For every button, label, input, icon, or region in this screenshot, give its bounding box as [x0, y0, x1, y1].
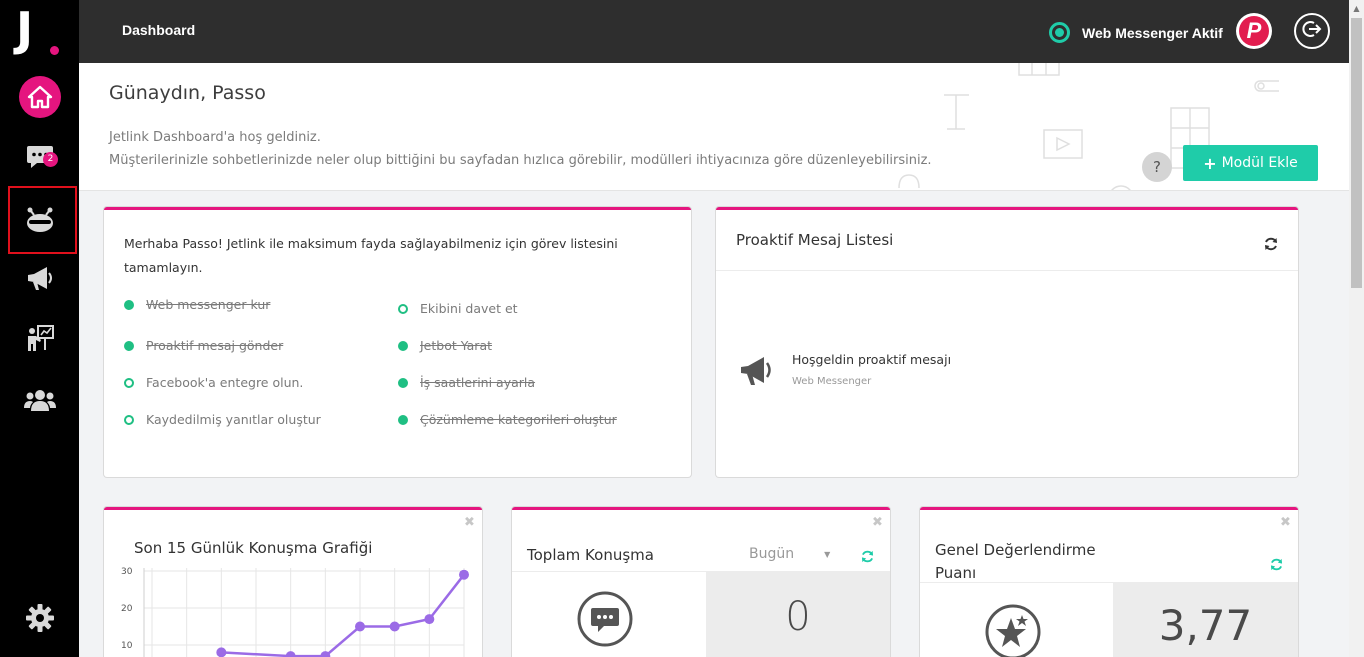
web-messenger-status[interactable]: Web Messenger Aktif: [1049, 22, 1223, 43]
y-tick-label: 20: [121, 604, 133, 614]
task-todo-icon: [124, 377, 134, 388]
scroll-thumb[interactable]: [1351, 18, 1362, 288]
add-module-button[interactable]: + Modül Ekle: [1183, 145, 1318, 181]
megaphone-icon: [25, 263, 55, 293]
chart-point: [424, 614, 435, 625]
add-module-label: Modül Ekle: [1221, 155, 1298, 171]
topbar: Dashboard Web Messenger Aktif P: [79, 0, 1349, 63]
proactive-message-card: Proaktif Mesaj Listesi Hoşgeldin proakti…: [716, 207, 1298, 477]
task-item[interactable]: Jetbot Yarat: [398, 338, 492, 353]
y-tick-label: 30: [121, 567, 133, 577]
chart-point: [285, 651, 296, 657]
rating-title: Genel Değerlendirme Puanı: [935, 541, 1096, 582]
greeting: Günaydın, Passo: [109, 82, 266, 104]
divider: [716, 270, 1298, 271]
refresh-icon[interactable]: [1270, 556, 1283, 575]
close-icon[interactable]: ✖: [1280, 515, 1291, 530]
line-chart: 30 20 10: [121, 567, 469, 657]
refresh-icon[interactable]: [1264, 236, 1278, 255]
period-select[interactable]: Bugün ▼: [749, 546, 830, 562]
intro-line-1: Jetlink Dashboard'a hoş geldiniz.: [109, 130, 321, 145]
sidebar-item-settings[interactable]: [0, 593, 79, 643]
task-item[interactable]: Kaydedilmiş yanıtlar oluştur: [124, 412, 321, 427]
task-item[interactable]: Ekibini davet et: [398, 301, 518, 316]
intro-line-2: Müşterilerinizle sohbetlerinizde neler o…: [109, 153, 932, 168]
logout-icon: [1302, 20, 1322, 42]
close-icon[interactable]: ✖: [872, 515, 883, 530]
jetlink-logo[interactable]: J: [16, 2, 66, 56]
conversation-count: 0: [785, 594, 811, 640]
logo-letter: J: [16, 2, 34, 56]
conversation-icon: [576, 590, 634, 652]
users-icon: [23, 387, 56, 413]
chart-point: [216, 647, 227, 657]
avatar[interactable]: P: [1236, 13, 1272, 49]
task-todo-icon: [398, 303, 408, 314]
task-done-icon: [124, 340, 134, 351]
sidebar: J 2: [0, 0, 79, 657]
task-done-icon: [398, 377, 408, 388]
rating-value: 3,77: [1158, 601, 1253, 650]
presentation-icon: [25, 323, 55, 353]
rating-value-panel: 3,77: [1113, 583, 1298, 657]
task-item[interactable]: Facebook'a entegre olun.: [124, 375, 303, 390]
active-nav-highlight: [8, 186, 77, 254]
sidebar-item-reports[interactable]: [0, 313, 79, 363]
scroll-up-icon[interactable]: ▲: [1349, 0, 1364, 17]
intro-text: Jetlink Dashboard'a hoş geldiniz. Müşter…: [109, 126, 932, 172]
task-item[interactable]: Web messenger kur: [124, 297, 270, 312]
page-scrollbar[interactable]: ▲: [1349, 0, 1364, 657]
task-list-card: Merhaba Passo! Jetlink ile maksimum fayd…: [104, 207, 691, 477]
task-item[interactable]: İş saatlerini ayarla: [398, 375, 535, 390]
task-done-icon: [398, 414, 408, 425]
plus-icon: +: [1203, 153, 1217, 173]
chevron-down-icon: ▼: [824, 549, 831, 559]
home-icon: [18, 76, 61, 118]
task-item[interactable]: Çözümleme kategorileri oluştur: [398, 412, 617, 427]
logo-dot: [50, 46, 59, 55]
sidebar-item-campaign[interactable]: [0, 253, 79, 303]
help-button[interactable]: ?: [1142, 152, 1172, 182]
task-item[interactable]: Proaktif mesaj gönder: [124, 338, 283, 353]
status-indicator-icon: [1049, 22, 1070, 43]
sidebar-item-home[interactable]: [0, 72, 79, 122]
proactive-item-title: Hoşgeldin proaktif mesajı: [792, 352, 952, 367]
task-todo-icon: [124, 414, 134, 425]
proactive-item-channel: Web Messenger: [792, 376, 872, 387]
conversation-chart-card: ✖ Son 15 Günlük Konuşma Grafiği 30 20 10: [104, 507, 482, 657]
proactive-message-item[interactable]: Hoşgeldin proaktif mesajı Web Messenger: [738, 352, 951, 392]
avatar-letter: P: [1239, 16, 1269, 46]
chart-point: [355, 621, 365, 632]
chart-point: [459, 569, 469, 580]
welcome-header: Günaydın, Passo Jetlink Dashboard'a hoş …: [79, 63, 1349, 191]
chart-point: [389, 621, 400, 632]
refresh-icon[interactable]: [861, 548, 874, 567]
y-tick-label: 10: [121, 641, 133, 651]
proactive-title: Proaktif Mesaj Listesi: [736, 231, 894, 249]
page-title: Dashboard: [122, 22, 196, 38]
task-done-icon: [398, 340, 408, 351]
task-intro: Merhaba Passo! Jetlink ile maksimum fayd…: [124, 236, 618, 275]
task-done-icon: [124, 299, 134, 310]
conversation-value-panel: 0: [706, 572, 890, 657]
sidebar-item-messages[interactable]: [0, 132, 79, 182]
logout-button[interactable]: [1294, 13, 1330, 49]
megaphone-icon: [738, 352, 776, 392]
period-value: Bugün: [749, 546, 795, 562]
sidebar-item-team[interactable]: [0, 375, 79, 425]
status-label: Web Messenger Aktif: [1082, 24, 1223, 41]
overall-rating-card: ✖ Genel Değerlendirme Puanı 3,77: [920, 507, 1298, 657]
total-conversation-card: ✖ Toplam Konuşma Bugün ▼ 0: [512, 507, 890, 657]
rating-star-icon: [984, 603, 1042, 657]
messages-badge: 2: [43, 152, 58, 167]
conversation-title: Toplam Konuşma: [527, 546, 654, 564]
gear-icon: [25, 603, 55, 633]
